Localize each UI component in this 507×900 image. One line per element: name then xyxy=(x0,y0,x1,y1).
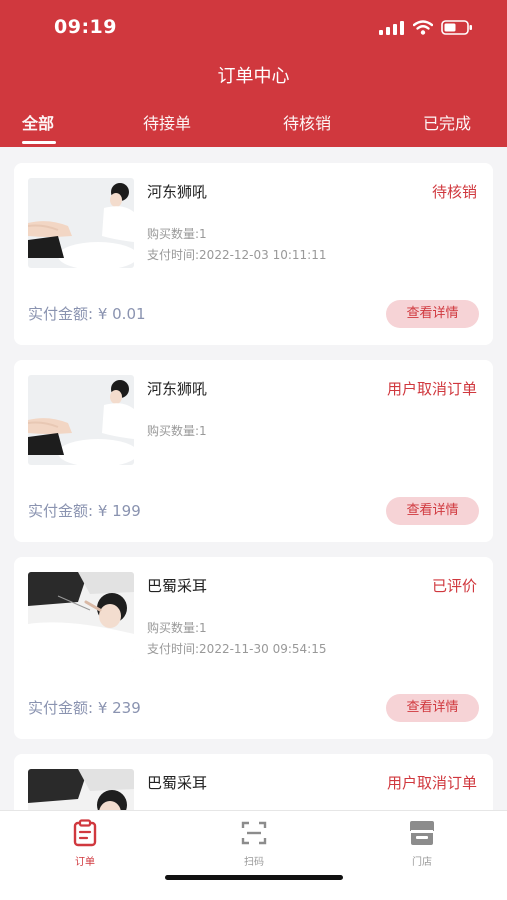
paid-amount: 实付金额: ¥ 0.01 xyxy=(28,305,146,323)
view-details-button[interactable]: 查看详情 xyxy=(386,497,479,525)
paid-amount: 实付金额: ¥ 239 xyxy=(28,699,141,717)
order-card[interactable]: 巴蜀采耳 已评价 购买数量:1 支付时间:2022-11-30 09:54:15… xyxy=(14,557,493,739)
tab-pending-accept[interactable]: 待接单 xyxy=(143,110,191,134)
nav-orders-label: 订单 xyxy=(75,857,95,868)
app-header: 09:19 订单中心 全部 待接单 待核销 已完成 xyxy=(0,0,507,147)
wifi-icon xyxy=(413,20,433,35)
status-time: 09:19 xyxy=(54,16,117,38)
product-name: 河东狮吼 xyxy=(147,380,208,398)
view-details-button[interactable]: 查看详情 xyxy=(386,300,479,328)
tab-indicator xyxy=(22,141,56,144)
order-list[interactable]: 河东狮吼 待核销 购买数量:1 支付时间:2022-12-03 10:11:11… xyxy=(0,147,507,810)
payment-time: 支付时间:2022-12-03 10:11:11 xyxy=(147,248,327,262)
product-thumbnail xyxy=(28,769,134,810)
order-card[interactable]: 巴蜀采耳 用户取消订单 xyxy=(14,754,493,810)
order-status: 已评价 xyxy=(431,577,477,595)
purchase-quantity: 购买数量:1 xyxy=(147,424,207,438)
signal-icon xyxy=(379,20,404,35)
product-name: 巴蜀采耳 xyxy=(147,577,208,595)
nav-scan[interactable]: 扫码 xyxy=(214,819,294,868)
status-icons xyxy=(379,20,473,35)
tab-completed[interactable]: 已完成 xyxy=(423,110,471,134)
page-title: 订单中心 xyxy=(217,66,290,87)
purchase-quantity: 购买数量:1 xyxy=(147,227,207,241)
order-status: 用户取消订单 xyxy=(386,774,477,792)
product-thumbnail xyxy=(28,375,134,465)
product-name: 巴蜀采耳 xyxy=(147,774,208,792)
order-card[interactable]: 河东狮吼 用户取消订单 购买数量:1 实付金额: ¥ 199 查看详情 xyxy=(14,360,493,542)
battery-icon xyxy=(441,20,472,35)
order-card[interactable]: 河东狮吼 待核销 购买数量:1 支付时间:2022-12-03 10:11:11… xyxy=(14,163,493,345)
store-icon xyxy=(410,821,434,845)
purchase-quantity: 购买数量:1 xyxy=(147,621,207,635)
product-thumbnail xyxy=(28,572,134,662)
nav-scan-label: 扫码 xyxy=(244,857,264,868)
order-tabs: 全部 待接单 待核销 已完成 xyxy=(0,110,507,147)
tab-all[interactable]: 全部 xyxy=(22,110,54,134)
nav-store[interactable]: 门店 xyxy=(382,819,462,868)
nav-store-label: 门店 xyxy=(412,857,432,868)
bottom-navigation: 订单 扫码 门店 xyxy=(0,810,507,900)
order-status: 待核销 xyxy=(431,183,477,201)
product-thumbnail xyxy=(28,178,134,268)
scan-icon xyxy=(241,821,267,845)
view-details-button[interactable]: 查看详情 xyxy=(386,694,479,722)
tab-pending-verify[interactable]: 待核销 xyxy=(283,110,331,134)
payment-time: 支付时间:2022-11-30 09:54:15 xyxy=(147,642,327,656)
paid-amount: 实付金额: ¥ 199 xyxy=(28,502,141,520)
order-status: 用户取消订单 xyxy=(386,380,477,398)
nav-orders[interactable]: 订单 xyxy=(45,819,125,868)
product-name: 河东狮吼 xyxy=(147,183,208,201)
home-indicator xyxy=(165,875,343,880)
status-bar: 09:19 xyxy=(0,0,507,58)
clipboard-icon xyxy=(73,819,97,847)
